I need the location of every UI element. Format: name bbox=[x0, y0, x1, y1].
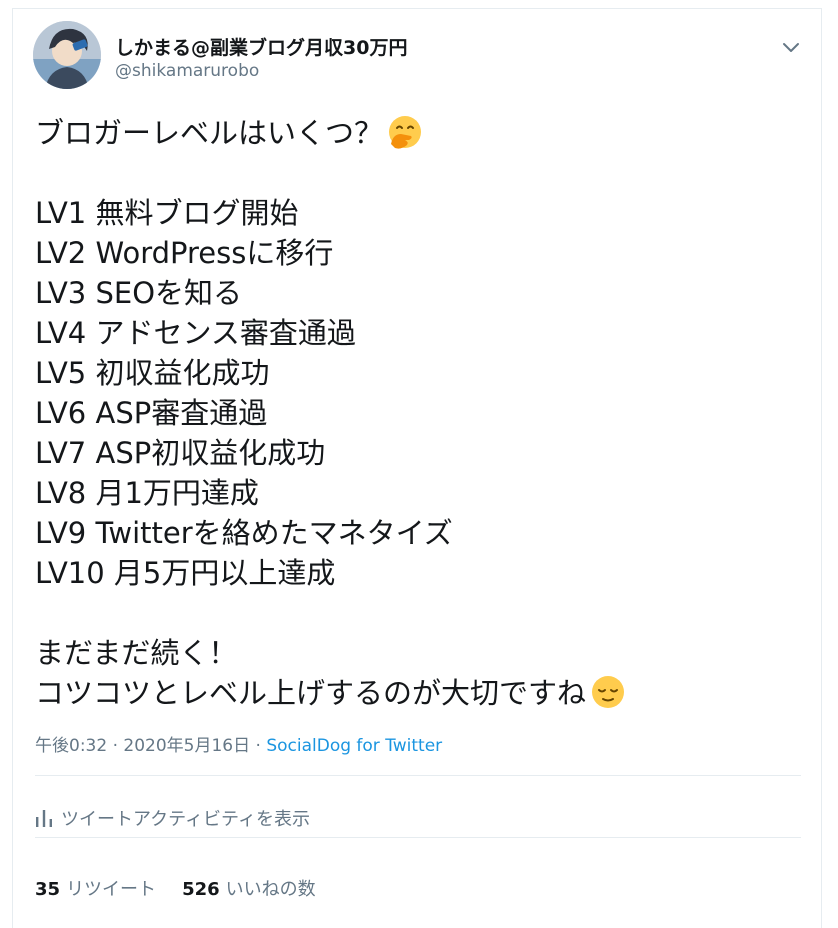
divider bbox=[35, 837, 801, 838]
tweet-timestamp[interactable]: 午後0:32 · 2020年5月16日 bbox=[35, 736, 250, 756]
tweet-meta: 午後0:32 · 2020年5月16日 · SocialDog for Twit… bbox=[35, 731, 442, 756]
meta-separator: · bbox=[250, 736, 267, 756]
tweet-text: ブロガーレベルはいくつ？ LV1 無料ブログ開始 LV2 WordPressに移… bbox=[35, 113, 805, 713]
tweet-activity-label: ツイートアクティビティを表示 bbox=[61, 809, 310, 830]
likes-count: 526 bbox=[182, 879, 220, 900]
avatar[interactable] bbox=[33, 21, 101, 89]
tweet-line: LV10 月5万円以上達成 bbox=[35, 556, 336, 590]
retweets-label: リツイート bbox=[66, 879, 157, 900]
tweet-line: LV4 アドセンス審査通過 bbox=[35, 316, 356, 350]
relieved-face-emoji bbox=[592, 676, 625, 708]
retweets-count: 35 bbox=[35, 879, 61, 900]
tweet-line-text: コツコツとレベル上げするのが大切ですね bbox=[35, 676, 587, 710]
author-handle[interactable]: @shikamarurobo bbox=[115, 61, 259, 81]
tweet-header: しかまる@副業ブログ月収30万円 @shikamarurobo bbox=[33, 21, 803, 91]
author-display-name[interactable]: しかまる@副業ブログ月収30万円 bbox=[115, 33, 407, 60]
retweets-stat[interactable]: 35 リツイート bbox=[35, 875, 156, 901]
tweet-line: LV6 ASP審査通過 bbox=[35, 396, 268, 430]
divider bbox=[35, 775, 801, 776]
tweet-line: まだまだ続く！ bbox=[35, 636, 238, 670]
tweet-line: LV5 初収益化成功 bbox=[35, 356, 270, 390]
tweet-line: ブロガーレベルはいくつ？ bbox=[35, 113, 805, 153]
tweet-activity-link[interactable]: ツイートアクティビティを表示 bbox=[35, 805, 310, 831]
tweet-line: LV7 ASP初収益化成功 bbox=[35, 436, 326, 470]
tweet-card: しかまる@副業ブログ月収30万円 @shikamarurobo ブロガーレベルは… bbox=[12, 8, 822, 928]
likes-stat[interactable]: 526 いいねの数 bbox=[182, 875, 316, 901]
tweet-line: LV3 SEOを知る bbox=[35, 276, 243, 310]
tweet-line: LV9 Twitterを絡めたマネタイズ bbox=[35, 516, 453, 550]
bar-chart-icon bbox=[36, 810, 52, 827]
tweet-line-text: ブロガーレベルはいくつ？ bbox=[35, 116, 384, 150]
tweet-stats: 35 リツイート 526 いいねの数 bbox=[35, 875, 316, 901]
tweet-line: LV1 無料ブログ開始 bbox=[35, 196, 299, 230]
chevron-down-icon[interactable] bbox=[779, 35, 803, 59]
tweet-line: LV2 WordPressに移行 bbox=[35, 236, 334, 270]
tweet-line: コツコツとレベル上げするのが大切ですね bbox=[35, 673, 805, 713]
hand-over-mouth-emoji bbox=[389, 116, 422, 149]
tweet-source-link[interactable]: SocialDog for Twitter bbox=[266, 736, 442, 756]
likes-label: いいねの数 bbox=[225, 879, 316, 900]
tweet-line: LV8 月1万円達成 bbox=[35, 476, 259, 510]
